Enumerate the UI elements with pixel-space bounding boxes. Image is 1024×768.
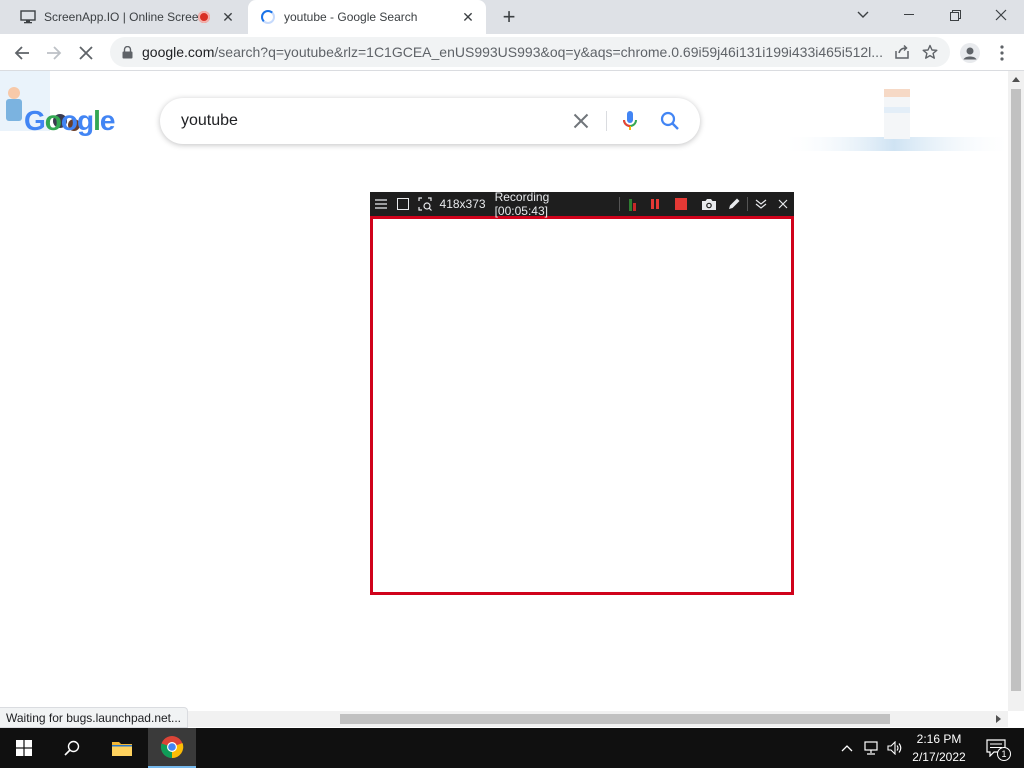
resize-region-icon[interactable] (414, 192, 436, 216)
close-icon (79, 46, 93, 60)
notification-badge: 1 (997, 747, 1011, 761)
tab-strip: ScreenApp.IO | Online Scree ✕ youtube - … (0, 0, 1024, 34)
menu-icon[interactable] (370, 192, 392, 216)
google-doodle-logo[interactable]: Google (0, 71, 130, 151)
clock-time: 2:16 PM (916, 732, 962, 746)
close-tab-icon[interactable]: ✕ (460, 9, 476, 25)
url-path: /search?q=youtube&rlz=1C1GCEA_enUS993US9… (214, 44, 883, 60)
toolbar-separator (619, 197, 621, 211)
chevron-down-icon (857, 11, 869, 18)
loading-spinner-icon (260, 9, 276, 25)
search-box (160, 98, 700, 144)
monitor-icon (20, 9, 36, 25)
microphone-icon[interactable] (618, 109, 642, 133)
action-center-button[interactable]: 1 (978, 728, 1014, 768)
stop-loading-button[interactable] (72, 39, 100, 67)
status-bubble: Waiting for bugs.launchpad.net... (0, 707, 188, 728)
forward-button[interactable] (40, 39, 68, 67)
logo-text: Google (24, 105, 115, 136)
start-button[interactable] (0, 728, 48, 768)
clear-search-icon[interactable] (569, 109, 593, 133)
menu-button[interactable] (988, 39, 1016, 67)
pencil-icon[interactable] (724, 192, 746, 216)
back-button[interactable] (8, 39, 36, 67)
share-icon[interactable] (888, 44, 916, 60)
chrome-icon (160, 736, 184, 759)
pause-icon[interactable] (644, 192, 666, 216)
recording-indicator-icon (198, 11, 210, 23)
search-input[interactable] (181, 112, 561, 130)
restore-button[interactable] (932, 0, 978, 30)
recording-status: Recording [00:05:43] (494, 190, 550, 218)
profile-button[interactable] (956, 39, 984, 67)
close-icon (995, 9, 1007, 21)
toolbar-separator (747, 197, 749, 211)
speaker-icon (887, 741, 902, 755)
tab-google-search[interactable]: youtube - Google Search ✕ (248, 0, 486, 34)
vertical-scroll-thumb[interactable] (1011, 89, 1021, 691)
lock-icon[interactable] (120, 45, 134, 59)
chrome-taskbar-button[interactable] (148, 728, 196, 768)
more-vert-icon (1000, 45, 1004, 61)
horizontal-scroll-thumb[interactable] (340, 714, 890, 724)
search-icon (64, 740, 80, 756)
decorative-banner (780, 89, 1008, 151)
scroll-right-arrow-icon[interactable] (996, 715, 1001, 723)
minimize-icon (904, 14, 914, 15)
scroll-up-arrow-icon[interactable] (1012, 77, 1020, 82)
windows-logo-icon (16, 740, 32, 756)
windows-taskbar: 2:16 PM 2/17/2022 1 (0, 728, 1024, 768)
volume-button[interactable] (884, 728, 906, 768)
search-icon[interactable] (658, 109, 682, 133)
network-status-button[interactable] (860, 728, 882, 768)
close-window-button[interactable] (978, 0, 1024, 30)
arrow-right-icon (47, 46, 62, 60)
clock-date: 2/17/2022 (912, 750, 966, 764)
stop-icon[interactable] (670, 192, 692, 216)
close-tab-icon[interactable]: ✕ (220, 9, 236, 25)
camera-icon[interactable] (698, 192, 720, 216)
system-clock[interactable]: 2:16 PM 2/17/2022 (906, 730, 972, 766)
tab-title: youtube - Google Search (284, 10, 418, 24)
close-icon[interactable] (772, 192, 794, 216)
file-explorer-button[interactable] (98, 728, 146, 768)
address-bar[interactable]: google.com/search?q=youtube&rlz=1C1GCEA_… (110, 37, 950, 67)
folder-icon (112, 742, 132, 756)
tab-title: ScreenApp.IO | Online Scree (44, 10, 198, 24)
tab-search-button[interactable] (840, 0, 886, 30)
browser-toolbar: google.com/search?q=youtube&rlz=1C1GCEA_… (0, 34, 1024, 71)
network-icon (864, 741, 878, 755)
vertical-scrollbar[interactable] (1008, 71, 1024, 711)
search-divider (606, 111, 607, 131)
url-host: google.com (142, 44, 215, 60)
profile-avatar-icon (960, 43, 980, 63)
recorder-toolbar: 418x373 Recording [00:05:43] (370, 190, 794, 218)
arrow-left-icon (14, 46, 29, 60)
recording-dimensions: 418x373 (439, 197, 486, 211)
url-text[interactable]: google.com/search?q=youtube&rlz=1C1GCEA_… (142, 44, 888, 60)
show-hidden-icons-button[interactable] (836, 728, 858, 768)
audio-level-icon (622, 192, 644, 216)
taskbar-search-button[interactable] (48, 728, 96, 768)
chevron-up-icon (841, 745, 853, 752)
select-region-icon[interactable] (392, 192, 414, 216)
tab-screenapp[interactable]: ScreenApp.IO | Online Scree ✕ (8, 0, 246, 34)
bookmark-star-icon[interactable] (916, 44, 944, 60)
collapse-icon[interactable] (750, 192, 772, 216)
restore-icon (949, 9, 961, 21)
minimize-button[interactable] (886, 0, 932, 30)
recording-region-frame[interactable] (370, 216, 794, 595)
new-tab-button[interactable]: + (498, 4, 520, 29)
